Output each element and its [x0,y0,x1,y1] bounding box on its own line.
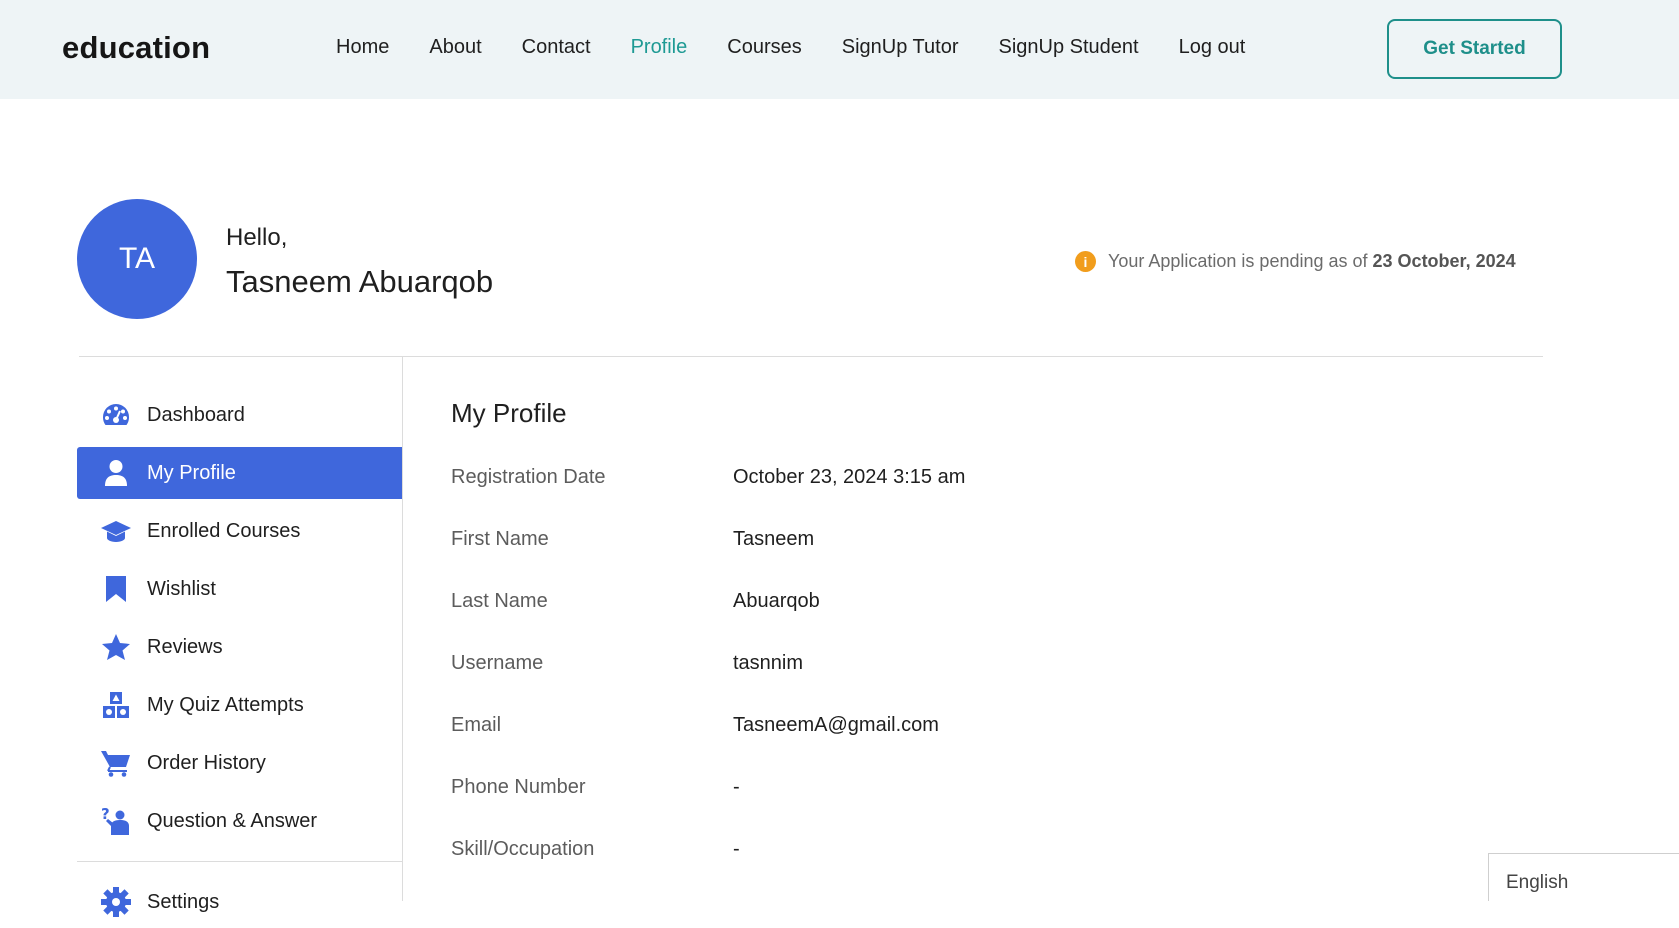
field-value: October 23, 2024 3:15 am [733,466,966,488]
field-label: Skill/Occupation [451,838,595,860]
language-label: English [1506,872,1569,893]
sidebar-item-question-answer[interactable]: ? Question & Answer [77,795,402,847]
field-label: Last Name [451,590,548,612]
sidebar-item-dashboard[interactable]: Dashboard [77,389,402,441]
dashboard-sidebar: Dashboard My Profile Enrolled Courses Wi… [77,357,403,917]
sidebar-item-label: Reviews [147,635,223,658]
question-person-icon: ? [100,805,132,837]
field-value: Abuarqob [733,590,820,612]
cart-icon [100,747,132,779]
sidebar-item-label: Wishlist [147,577,216,600]
sidebar-item-label: Enrolled Courses [147,519,301,542]
bookmark-icon [100,573,132,605]
field-value: TasneemA@gmail.com [733,714,939,736]
sidebar-item-label: Question & Answer [147,809,318,832]
nav-logout[interactable]: Log out [1179,36,1246,59]
field-value: - [733,776,740,798]
nav-contact[interactable]: Contact [522,36,591,59]
graduation-cap-icon [100,515,132,547]
sidebar-item-reviews[interactable]: Reviews [77,621,402,673]
get-started-button[interactable]: Get Started [1387,19,1562,79]
page-title: My Profile [451,398,567,428]
user-icon [100,457,132,489]
brand-logo[interactable]: education [62,30,210,66]
shapes-icon [100,689,132,721]
language-selector[interactable]: English [1488,853,1679,901]
sidebar-item-label: Order History [147,751,266,774]
user-full-name: Tasneem Abuarqob [226,264,494,299]
gear-icon [100,886,132,918]
sidebar-item-wishlist[interactable]: Wishlist [77,563,402,615]
status-date: 23 October, 2024 [1372,251,1516,271]
sidebar-item-quiz-attempts[interactable]: My Quiz Attempts [77,679,402,731]
avatar: TA [77,199,197,319]
sidebar-item-label: My Profile [147,461,236,484]
sidebar-item-order-history[interactable]: Order History [77,737,402,789]
field-label: First Name [451,528,549,550]
sidebar-item-label: Dashboard [147,403,245,426]
field-label: Email [451,714,502,736]
field-label: Registration Date [451,466,606,488]
sidebar-item-settings[interactable]: Settings [77,876,402,928]
nav-profile[interactable]: Profile [631,36,688,59]
nav-about[interactable]: About [429,36,481,59]
nav-signup-tutor[interactable]: SignUp Tutor [842,36,959,59]
status-text: Your Application is pending as of [1108,251,1368,271]
field-value: tasnnim [733,652,804,674]
field-value: - [733,838,740,860]
sidebar-item-label: Settings [147,890,220,913]
sidebar-item-my-profile[interactable]: My Profile [77,447,402,499]
top-navbar: education Home About Contact Profile Cou… [0,0,1679,99]
nav-courses[interactable]: Courses [727,36,801,59]
info-icon: i [1075,251,1096,272]
field-label: Username [451,652,544,674]
greeting: Hello, [226,224,288,251]
field-label: Phone Number [451,776,586,798]
sidebar-item-label: My Quiz Attempts [147,693,304,716]
application-status: i Your Application is pending as of 23 O… [1075,251,1516,272]
main-nav: Home About Contact Profile Courses SignU… [336,36,1285,59]
nav-home[interactable]: Home [336,36,389,59]
sidebar-divider [77,861,402,862]
nav-signup-student[interactable]: SignUp Student [998,36,1138,59]
star-icon [100,631,132,663]
sidebar-item-enrolled-courses[interactable]: Enrolled Courses [77,505,402,557]
dashboard-icon [100,399,132,431]
field-value: Tasneem [733,528,815,550]
